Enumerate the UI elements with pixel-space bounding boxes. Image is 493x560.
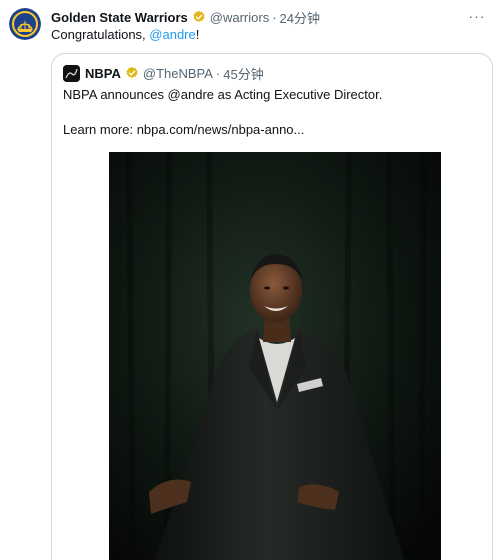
tweet-text: Congratulations, @andre! (51, 26, 199, 43)
nbpa-logo-icon (63, 64, 80, 82)
quote-link-line: Learn more: nbpa.com/news/nbpa-anno... (63, 121, 304, 138)
quote-text: NBPA announces @andre as Acting Executiv… (63, 87, 383, 102)
verified-badge-icon[interactable] (192, 10, 206, 24)
separator-dot: · (272, 9, 277, 25)
tweet-header: Golden State Warriors @warriors · 24分钟 (51, 8, 320, 27)
warriors-avatar[interactable] (9, 8, 41, 40)
quote-verified-badge-icon[interactable] (125, 66, 139, 80)
quote-separator-dot: · (215, 65, 221, 81)
more-options-icon[interactable]: ··· (466, 8, 488, 24)
quote-link-prefix: Learn more: (63, 122, 137, 137)
nbpa-avatar[interactable] (63, 64, 80, 82)
mention-link[interactable]: @andre (149, 27, 195, 42)
author-name[interactable]: Golden State Warriors (51, 10, 188, 25)
author-handle[interactable]: @warriors (210, 10, 269, 25)
quote-photo[interactable] (109, 152, 441, 560)
quote-link-url[interactable]: nbpa.com/news/nbpa-anno... (137, 122, 305, 137)
quote-author-name[interactable]: NBPA (85, 66, 121, 81)
quote-timestamp[interactable]: 45分钟 (223, 64, 263, 83)
quoted-tweet-card[interactable]: NBPA @TheNBPA · 45分钟 NBPA announces @and… (51, 53, 493, 560)
portrait-image (109, 152, 441, 560)
warriors-logo-icon (9, 8, 41, 40)
tweet-timestamp[interactable]: 24分钟 (280, 8, 320, 27)
quote-author-handle[interactable]: @TheNBPA (143, 66, 213, 81)
quote-header: NBPA @TheNBPA · 45分钟 (63, 64, 264, 83)
tweet-text-prefix: Congratulations, (51, 27, 150, 42)
tweet-text-suffix: ! (195, 27, 200, 42)
